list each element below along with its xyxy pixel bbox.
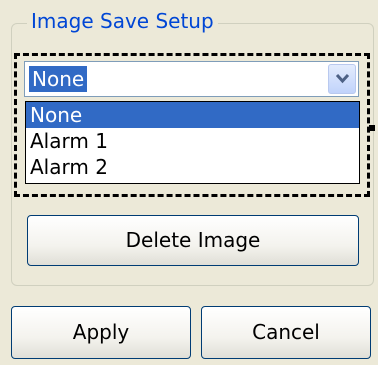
delete-image-button[interactable]: Delete Image bbox=[27, 215, 359, 266]
groupbox-title: Image Save Setup bbox=[27, 8, 218, 34]
apply-button[interactable]: Apply bbox=[11, 306, 191, 359]
dashed-highlight-box bbox=[14, 53, 370, 197]
image-save-setup-panel: Image Save Setup None None Alarm 1 Alarm… bbox=[0, 0, 378, 365]
highlight-marker-dot bbox=[369, 125, 375, 131]
cancel-button[interactable]: Cancel bbox=[201, 306, 371, 359]
